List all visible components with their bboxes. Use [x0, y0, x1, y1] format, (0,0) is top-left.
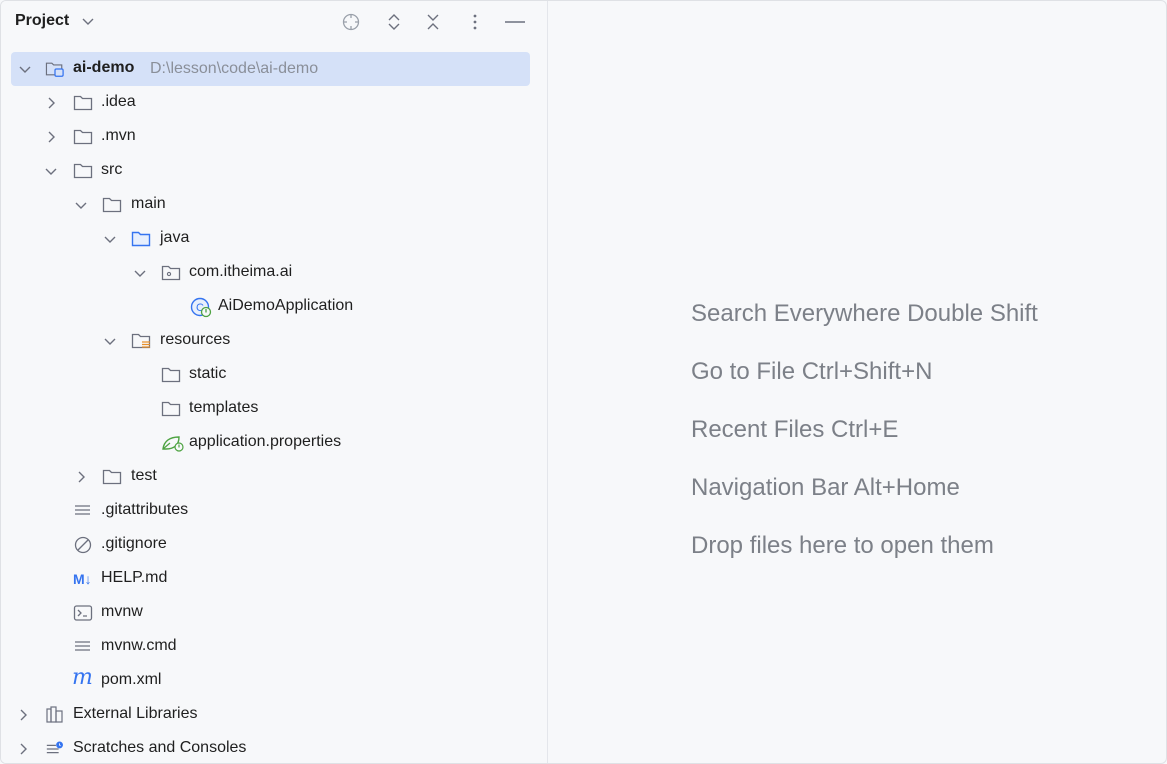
- tree-row-mvnw-cmd[interactable]: mvnw.cmd: [1, 630, 547, 664]
- tree-row-label: mvnw: [101, 603, 143, 620]
- chevron-right-icon[interactable]: [73, 469, 89, 485]
- hint-navigation-bar: Navigation Bar Alt+Home: [691, 474, 960, 501]
- tree-row-templates[interactable]: templates: [1, 392, 547, 426]
- project-tree: ai-demo D:\lesson\code\ai-demo .idea .mv…: [1, 52, 547, 763]
- collapse-all-icon[interactable]: [422, 11, 444, 33]
- tree-row-test[interactable]: test: [1, 460, 547, 494]
- chevron-down-icon[interactable]: [102, 231, 118, 247]
- tree-row-label: pom.xml: [101, 671, 162, 688]
- locate-icon[interactable]: [340, 11, 362, 33]
- shell-script-icon: [73, 605, 93, 621]
- panel-header: Project: [1, 1, 547, 43]
- text-file-icon: [75, 505, 90, 515]
- scratches-icon: [46, 741, 63, 754]
- tree-row-scratches[interactable]: Scratches and Consoles: [1, 732, 547, 763]
- chevron-down-icon[interactable]: [102, 333, 118, 349]
- folder-icon: [73, 129, 93, 145]
- project-path: D:\lesson\code\ai-demo: [150, 60, 319, 77]
- tree-row-aidemoapplication[interactable]: C AiDemoApplication: [1, 290, 547, 324]
- chevron-down-icon[interactable]: [43, 163, 59, 179]
- hint-go-to-file: Go to File Ctrl+Shift+N: [691, 358, 933, 385]
- panel-title[interactable]: Project: [15, 12, 69, 30]
- tree-row-resources[interactable]: resources: [1, 324, 547, 358]
- tree-row-label: AiDemoApplication: [218, 297, 354, 314]
- chevron-right-icon[interactable]: [15, 707, 31, 723]
- tree-row-mvn[interactable]: .mvn: [1, 120, 547, 154]
- resources-folder-icon: [131, 333, 151, 349]
- spring-boot-class-icon: C: [190, 297, 212, 318]
- tree-row-label: .gitattributes: [101, 501, 189, 518]
- tree-row-main[interactable]: main: [1, 188, 547, 222]
- hide-panel-icon[interactable]: [504, 11, 526, 33]
- project-module-icon: [45, 62, 64, 77]
- tree-row-java[interactable]: java: [1, 222, 547, 256]
- folder-icon: [161, 401, 181, 417]
- tree-row-label: .mvn: [101, 127, 136, 144]
- tree-row-pom-xml[interactable]: m pom.xml: [1, 664, 547, 698]
- tree-row-label: static: [189, 365, 227, 382]
- tree-row-label: ai-demo: [73, 59, 135, 76]
- tree-row-idea[interactable]: .idea: [1, 86, 547, 120]
- tree-row-label: main: [131, 195, 166, 212]
- maven-icon: m: [72, 665, 93, 690]
- chevron-right-icon[interactable]: [43, 129, 59, 145]
- tree-row-gitignore[interactable]: .gitignore: [1, 528, 547, 562]
- chevron-down-icon[interactable]: [81, 14, 95, 28]
- tree-row-ai-demo[interactable]: ai-demo D:\lesson\code\ai-demo: [1, 52, 547, 86]
- chevron-down-icon[interactable]: [73, 197, 89, 213]
- tree-row-src[interactable]: src: [1, 154, 547, 188]
- hint-recent-files: Recent Files Ctrl+E: [691, 416, 899, 443]
- hint-drop-files: Drop files here to open them: [691, 532, 994, 559]
- folder-icon: [102, 197, 122, 213]
- folder-icon: [161, 367, 181, 383]
- package-icon: [161, 265, 181, 281]
- more-options-icon[interactable]: [464, 11, 486, 33]
- tree-row-label: test: [131, 467, 157, 484]
- tree-row-label: mvnw.cmd: [101, 637, 177, 654]
- editor-empty-hints: Search Everywhere Double Shift Go to Fil…: [691, 296, 1038, 586]
- tree-row-label: .idea: [101, 93, 136, 110]
- tree-row-label: .gitignore: [101, 535, 167, 552]
- tree-row-help-md[interactable]: M↓ HELP.md: [1, 562, 547, 596]
- tree-row-package[interactable]: com.itheima.ai: [1, 256, 547, 290]
- folder-icon: [73, 163, 93, 179]
- folder-icon: [102, 469, 122, 485]
- tree-row-label: src: [101, 161, 123, 178]
- tree-row-label: java: [160, 229, 190, 246]
- tree-row-label: resources: [160, 331, 231, 348]
- tree-row-gitattributes[interactable]: .gitattributes: [1, 494, 547, 528]
- tree-row-label: application.properties: [189, 433, 342, 450]
- tree-row-label: Scratches and Consoles: [73, 739, 247, 756]
- hint-search-everywhere: Search Everywhere Double Shift: [691, 300, 1038, 327]
- chevron-down-icon[interactable]: [132, 265, 148, 281]
- tree-row-application-properties[interactable]: application.properties: [1, 426, 547, 460]
- chevron-down-icon[interactable]: [17, 61, 33, 77]
- ide-window: Project ai-demo D:\lesson\code\ai-demo .…: [0, 0, 1167, 764]
- tree-row-label: External Libraries: [73, 705, 198, 722]
- tree-row-label: com.itheima.ai: [189, 263, 293, 280]
- expand-all-icon[interactable]: [383, 11, 405, 33]
- ignore-file-icon: [74, 536, 92, 554]
- folder-icon: [73, 95, 93, 111]
- tree-row-label: HELP.md: [101, 569, 168, 586]
- tree-row-label: templates: [189, 399, 259, 416]
- tree-row-external-libraries[interactable]: External Libraries: [1, 698, 547, 732]
- libraries-icon: [46, 706, 63, 723]
- spring-properties-icon: [162, 436, 184, 452]
- chevron-right-icon[interactable]: [43, 95, 59, 111]
- tree-row-static[interactable]: static: [1, 358, 547, 392]
- source-folder-icon: [131, 231, 151, 247]
- markdown-icon: M↓: [73, 571, 92, 587]
- text-file-icon: [75, 641, 90, 651]
- project-tool-window: Project ai-demo D:\lesson\code\ai-demo .…: [1, 1, 548, 763]
- chevron-right-icon[interactable]: [15, 741, 31, 757]
- tree-row-mvnw[interactable]: mvnw: [1, 596, 547, 630]
